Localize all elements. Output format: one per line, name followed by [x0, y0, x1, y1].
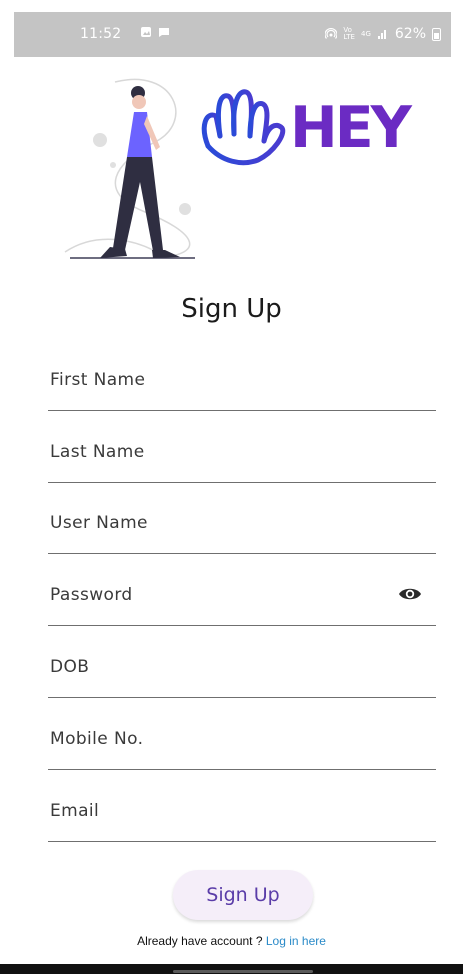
last-name-field[interactable]: Last Name: [48, 438, 440, 484]
password-input[interactable]: [48, 581, 440, 627]
navigation-bar: [0, 964, 463, 974]
password-field[interactable]: Password: [48, 581, 440, 627]
first-name-input[interactable]: [48, 366, 440, 412]
status-time: 11:52: [80, 26, 122, 42]
message-icon: [159, 28, 169, 37]
email-input[interactable]: [48, 797, 440, 843]
wave-hand-icon: [201, 89, 286, 166]
mobile-field[interactable]: Mobile No.: [48, 725, 440, 771]
first-name-field[interactable]: First Name: [48, 366, 440, 412]
user-name-field[interactable]: User Name: [48, 509, 440, 555]
dob-field[interactable]: DOB: [48, 653, 440, 699]
page-title: Sign Up: [181, 294, 282, 324]
volte-icon: Vo LTE: [343, 26, 355, 41]
battery-icon: [432, 27, 441, 41]
login-prompt-text: Already have account ?: [137, 934, 263, 948]
home-indicator[interactable]: [173, 970, 313, 973]
status-bar: 11:52 Vo LTE 4G 62%: [14, 12, 451, 57]
login-prompt: Already have account ? Log in here: [0, 934, 463, 948]
gallery-icon: [141, 27, 151, 37]
login-link[interactable]: Log in here: [266, 934, 326, 948]
eye-icon[interactable]: [398, 584, 422, 604]
email-field[interactable]: Email: [48, 797, 440, 843]
mobile-input[interactable]: [48, 725, 440, 771]
battery-percent: 62%: [394, 26, 426, 42]
last-name-input[interactable]: [48, 438, 440, 484]
app-logo-text: HEY: [290, 95, 412, 161]
sign-up-button[interactable]: Sign Up: [173, 870, 313, 920]
signal-icon: [377, 30, 386, 39]
user-name-input[interactable]: [48, 509, 440, 555]
dob-input[interactable]: [48, 653, 440, 699]
network-type: 4G: [360, 29, 371, 38]
hotspot-icon: [325, 28, 338, 39]
